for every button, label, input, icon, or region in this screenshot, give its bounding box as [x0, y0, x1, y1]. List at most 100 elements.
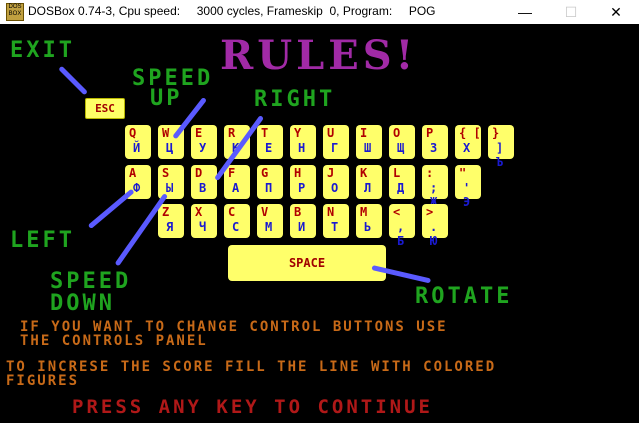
key-cyrillic-label: О	[331, 181, 339, 195]
key-latin-label: T	[261, 126, 269, 140]
key-cyrillic-label: , Б	[397, 220, 405, 248]
esc-key: ESC	[85, 98, 125, 119]
key-latin-label: Y	[294, 126, 302, 140]
key-cyrillic-label: Ч	[199, 220, 207, 234]
key-cyrillic-label: Ы	[166, 181, 174, 195]
key-cyrillic-label: Й	[133, 141, 141, 155]
key-row1-11: }] Ъ	[488, 125, 514, 169]
window-title: DOSBox 0.74-3, Cpu speed: 3000 cycles, F…	[28, 4, 436, 18]
key-row1-5: YН	[290, 125, 316, 159]
key-row1-8: OЩ	[389, 125, 415, 159]
key-row2-3: FА	[224, 165, 250, 199]
key-cyrillic-label: ] Ъ	[496, 141, 504, 169]
key-cyrillic-label: П	[265, 181, 273, 195]
key-cyrillic-label: Ц	[166, 141, 174, 155]
key-cyrillic-label: М	[265, 220, 273, 234]
score-info-line2: FIGURES	[6, 373, 80, 389]
key-row1-2: EУ	[191, 125, 217, 159]
key-latin-label: D	[195, 166, 203, 180]
exit-pointer-arrow	[58, 65, 88, 96]
key-cyrillic-label: С	[232, 220, 240, 234]
key-row1-9: PЗ	[422, 125, 448, 159]
window-titlebar[interactable]: DOS BOX DOSBox 0.74-3, Cpu speed: 3000 c…	[0, 0, 639, 25]
key-row2-10: " ' Э	[455, 165, 481, 209]
key-latin-label: V	[261, 205, 269, 219]
key-latin-label: I	[360, 126, 368, 140]
key-row1-6: UГ	[323, 125, 349, 159]
left-pointer-arrow	[87, 188, 135, 230]
key-cyrillic-label: Г	[331, 141, 339, 155]
key-cyrillic-label: Щ	[397, 141, 405, 155]
key-cyrillic-label: В	[199, 181, 207, 195]
key-cyrillic-label: Л	[364, 181, 372, 195]
key-cyrillic-label: Ш	[364, 141, 372, 155]
key-row3-8: >. Ю	[422, 204, 448, 248]
key-latin-label: R	[228, 126, 236, 140]
right-label: RIGHT	[254, 87, 336, 112]
key-row2-9: :; Ж	[422, 165, 448, 209]
key-cyrillic-label: ' Э	[463, 181, 471, 209]
key-cyrillic-label: Ь	[364, 220, 372, 234]
key-row1-7: IШ	[356, 125, 382, 159]
key-cyrillic-label: . Ю	[430, 220, 438, 248]
controls-info-line2: THE CONTROLS PANEL	[20, 333, 208, 349]
key-cyrillic-label: И	[298, 220, 306, 234]
space-key: SPACE	[228, 245, 386, 281]
key-latin-label: X	[195, 205, 203, 219]
key-row1-10: { [Х	[455, 125, 481, 159]
key-latin-label: Z	[162, 205, 170, 219]
key-row3-5: NТ	[323, 204, 349, 238]
key-latin-label: U	[327, 126, 335, 140]
key-latin-label: K	[360, 166, 368, 180]
key-latin-label: H	[294, 166, 302, 180]
dos-screen[interactable]: RULES! EXIT SPEED UP RIGHT LEFT SPEED DO…	[0, 24, 639, 423]
key-row2-8: LД	[389, 165, 415, 199]
minimize-button[interactable]: —	[502, 0, 548, 24]
key-latin-label: L	[393, 166, 401, 180]
key-latin-label: }	[492, 126, 500, 140]
key-latin-label: W	[162, 126, 170, 140]
key-latin-label: S	[162, 166, 170, 180]
key-latin-label: B	[294, 205, 302, 219]
press-any-key-prompt: PRESS ANY KEY TO CONTINUE	[72, 396, 433, 418]
key-cyrillic-label: З	[430, 141, 438, 155]
key-row2-5: HР	[290, 165, 316, 199]
key-cyrillic-label: Е	[265, 141, 273, 155]
speed-down-label-line2: DOWN	[50, 291, 115, 316]
key-latin-label: F	[228, 166, 236, 180]
key-cyrillic-label: А	[232, 181, 240, 195]
exit-label: EXIT	[10, 38, 75, 63]
key-row3-3: VМ	[257, 204, 283, 238]
key-row3-7: <, Б	[389, 204, 415, 248]
key-cyrillic-label: Т	[331, 220, 339, 234]
rules-title: RULES!	[220, 32, 418, 79]
score-info-line1: TO INCRESE THE SCORE FILL THE LINE WITH …	[6, 359, 497, 375]
controls-info-line1: IF YOU WANT TO CHANGE CONTROL BUTTONS US…	[20, 319, 448, 335]
speed-up-label-line2: UP	[150, 86, 183, 111]
key-latin-label: "	[459, 166, 467, 180]
key-row2-4: GП	[257, 165, 283, 199]
key-row3-0: ZЯ	[158, 204, 184, 238]
key-latin-label: A	[129, 166, 137, 180]
key-latin-label: >	[426, 205, 434, 219]
key-cyrillic-label: Ф	[133, 181, 141, 195]
key-latin-label: <	[393, 205, 401, 219]
rotate-label: ROTATE	[415, 284, 513, 309]
left-label: LEFT	[10, 228, 75, 253]
key-cyrillic-label: Х	[463, 141, 471, 155]
key-row2-2: DВ	[191, 165, 217, 199]
key-row3-2: CС	[224, 204, 250, 238]
key-latin-label: M	[360, 205, 368, 219]
key-latin-label: N	[327, 205, 335, 219]
dosbox-app-icon[interactable]: DOS BOX	[6, 3, 24, 21]
key-latin-label: O	[393, 126, 401, 140]
key-latin-label: :	[426, 166, 434, 180]
key-latin-label: { [	[459, 126, 481, 140]
key-row3-6: MЬ	[356, 204, 382, 238]
key-latin-label: Q	[129, 126, 137, 140]
key-cyrillic-label: Я	[166, 220, 174, 234]
key-row2-7: KЛ	[356, 165, 382, 199]
key-row3-4: BИ	[290, 204, 316, 238]
close-button[interactable]: ✕	[593, 0, 639, 24]
key-latin-label: C	[228, 205, 236, 219]
